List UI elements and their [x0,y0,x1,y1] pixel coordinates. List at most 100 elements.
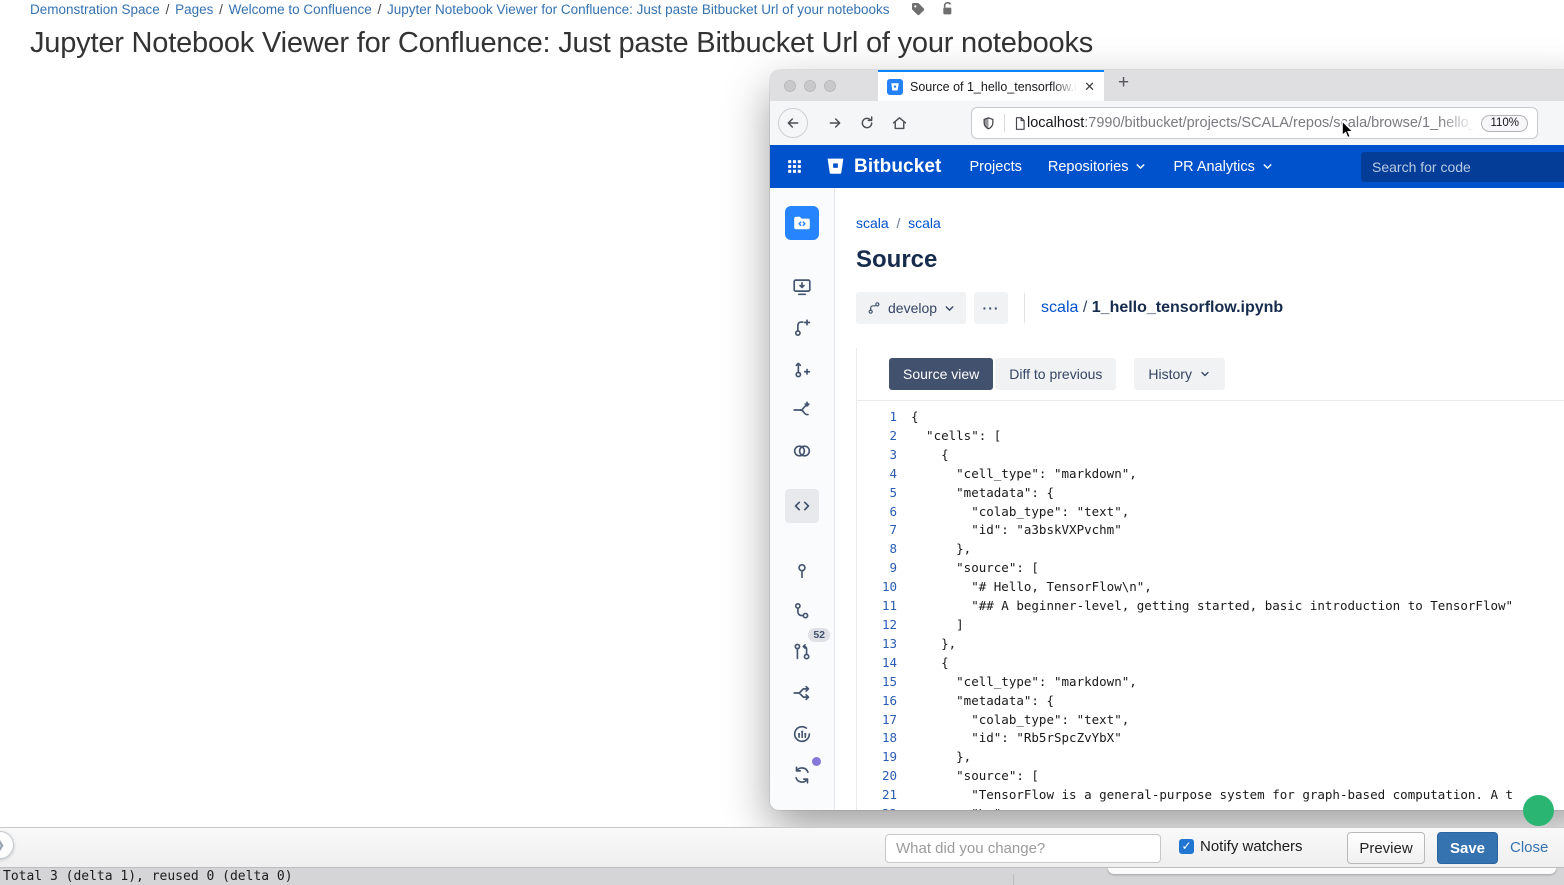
sidebar-item-fork[interactable] [785,676,819,710]
code-line: 20 "source": [ [857,767,1564,786]
sidebar-item-source-browser[interactable] [785,206,819,240]
notify-watchers-checkbox[interactable]: ✓ [1179,839,1194,854]
sidebar-item-create-branch[interactable] [785,311,819,345]
line-number[interactable]: 13 [857,635,911,654]
help-bubble-icon[interactable] [1523,795,1554,826]
sidebar-item-insights[interactable] [785,717,819,751]
notify-watchers-label: Notify watchers [1200,838,1303,855]
line-number[interactable]: 4 [857,465,911,484]
page-title: Jupyter Notebook Viewer for Confluence: … [30,27,1093,60]
page-icon[interactable] [1013,116,1027,131]
line-number[interactable]: 17 [857,711,911,730]
search-input[interactable]: Search for code [1361,152,1564,182]
nav-item-repositories[interactable]: Repositories [1048,159,1148,175]
breadcrumb-link[interactable]: Demonstration Space [30,2,160,17]
code-icon [791,495,813,517]
file-view-tabs: Source viewDiff to previous History [857,348,1564,400]
tab-history[interactable]: History [1134,358,1225,390]
unlock-icon[interactable] [940,1,956,17]
line-content: "## A beginner-level, getting started, b… [911,597,1513,616]
zoom-window-icon[interactable] [824,80,836,92]
nav-item-pr-analytics[interactable]: PR Analytics [1173,159,1273,175]
line-number[interactable]: 14 [857,654,911,673]
line-content: "cells": [ [911,427,1001,446]
line-number[interactable]: 8 [857,540,911,559]
address-bar[interactable]: localhost:7990/bitbucket/projects/SCALA/… [971,107,1538,139]
back-button[interactable] [778,108,808,138]
line-number[interactable]: 22 [857,805,911,810]
branch-selector-button[interactable]: develop [856,292,966,324]
line-content: "metadata": { [911,484,1054,503]
line-number[interactable]: 7 [857,521,911,540]
chevron-down-icon [943,302,956,315]
source-code-view[interactable]: 1{2 "cells": [3 {4 "cell_type": "markdow… [857,400,1564,810]
line-number[interactable]: 3 [857,446,911,465]
line-content: }, [911,748,971,767]
forward-button[interactable] [820,115,850,131]
line-number[interactable]: 15 [857,673,911,692]
bitbucket-logo[interactable]: Bitbucket [825,156,941,178]
sidebar-item-compare[interactable] [785,393,819,427]
change-comment-input[interactable] [885,834,1161,863]
breadcrumb-link[interactable]: Pages [175,2,213,17]
home-button[interactable] [884,115,914,132]
editor-footer: ✓ Notify watchers Preview Save Close [0,827,1564,868]
line-number[interactable]: 10 [857,578,911,597]
sidebar-item-create-pull-request[interactable] [785,352,819,386]
code-line: 15 "cell_type": "markdown", [857,673,1564,692]
reload-button[interactable] [852,115,882,131]
close-button[interactable]: Close [1510,839,1548,856]
new-tab-button[interactable]: + [1118,72,1129,94]
line-number[interactable]: 2 [857,427,911,446]
preview-button[interactable]: Preview [1347,832,1425,864]
line-number[interactable]: 11 [857,597,911,616]
project-link[interactable]: scala [856,215,889,231]
save-button[interactable]: Save [1437,832,1498,864]
create-pull-request-icon [791,358,813,380]
line-number[interactable]: 19 [857,748,911,767]
shield-icon[interactable] [981,116,996,131]
code-line: 19 }, [857,748,1564,767]
breadcrumb-link[interactable]: Jupyter Notebook Viewer for Confluence: … [387,2,890,17]
line-number[interactable]: 16 [857,692,911,711]
close-tab-icon[interactable]: ✕ [1084,79,1095,95]
line-number[interactable]: 18 [857,729,911,748]
app-switcher-icon[interactable] [786,158,803,175]
sidebar-item-commit[interactable] [785,553,819,587]
url-text[interactable]: localhost:7990/bitbucket/projects/SCALA/… [1027,115,1475,131]
sidebar-item-sync[interactable] [785,758,819,792]
sidebar-item-clone[interactable] [785,270,819,304]
chevron-down-icon [1261,160,1274,173]
line-number[interactable]: 5 [857,484,911,503]
notify-watchers[interactable]: ✓ Notify watchers [1179,838,1303,855]
file-path-repo-link[interactable]: scala [1041,299,1078,316]
browser-tab[interactable]: Source of 1_hello_tensorflow.ipy ✕ [878,70,1104,101]
sidebar-item-branches[interactable] [785,594,819,628]
clone-icon [791,276,813,298]
close-window-icon[interactable] [784,80,796,92]
pr-count-badge: 52 [808,628,830,642]
sidebar-item-mirror[interactable] [785,434,819,468]
window-controls[interactable] [784,80,836,92]
tab-diff-to-previous[interactable]: Diff to previous [995,358,1116,390]
line-number[interactable]: 9 [857,559,911,578]
line-number[interactable]: 21 [857,786,911,805]
repo-link[interactable]: scala [908,215,941,231]
breadcrumb-link[interactable]: Welcome to Confluence [229,2,372,17]
line-number[interactable]: 12 [857,616,911,635]
sidebar-item-expand[interactable] [785,808,819,810]
sidebar-item-pull-requests[interactable]: 52 [785,635,819,669]
line-content: "source": [ [911,559,1039,578]
minimize-window-icon[interactable] [804,80,816,92]
tab-source-view[interactable]: Source view [889,358,993,390]
more-actions-button[interactable]: ··· [974,292,1008,324]
tag-icon[interactable] [910,1,926,17]
line-number[interactable]: 20 [857,767,911,786]
line-number[interactable]: 6 [857,503,911,522]
sidebar-item-code[interactable] [785,489,819,523]
bitbucket-favicon-icon [887,79,903,95]
zoom-level-badge[interactable]: 110% [1481,115,1528,132]
nav-item-projects[interactable]: Projects [969,159,1021,175]
line-number[interactable]: 1 [857,408,911,427]
code-line: 8 }, [857,540,1564,559]
